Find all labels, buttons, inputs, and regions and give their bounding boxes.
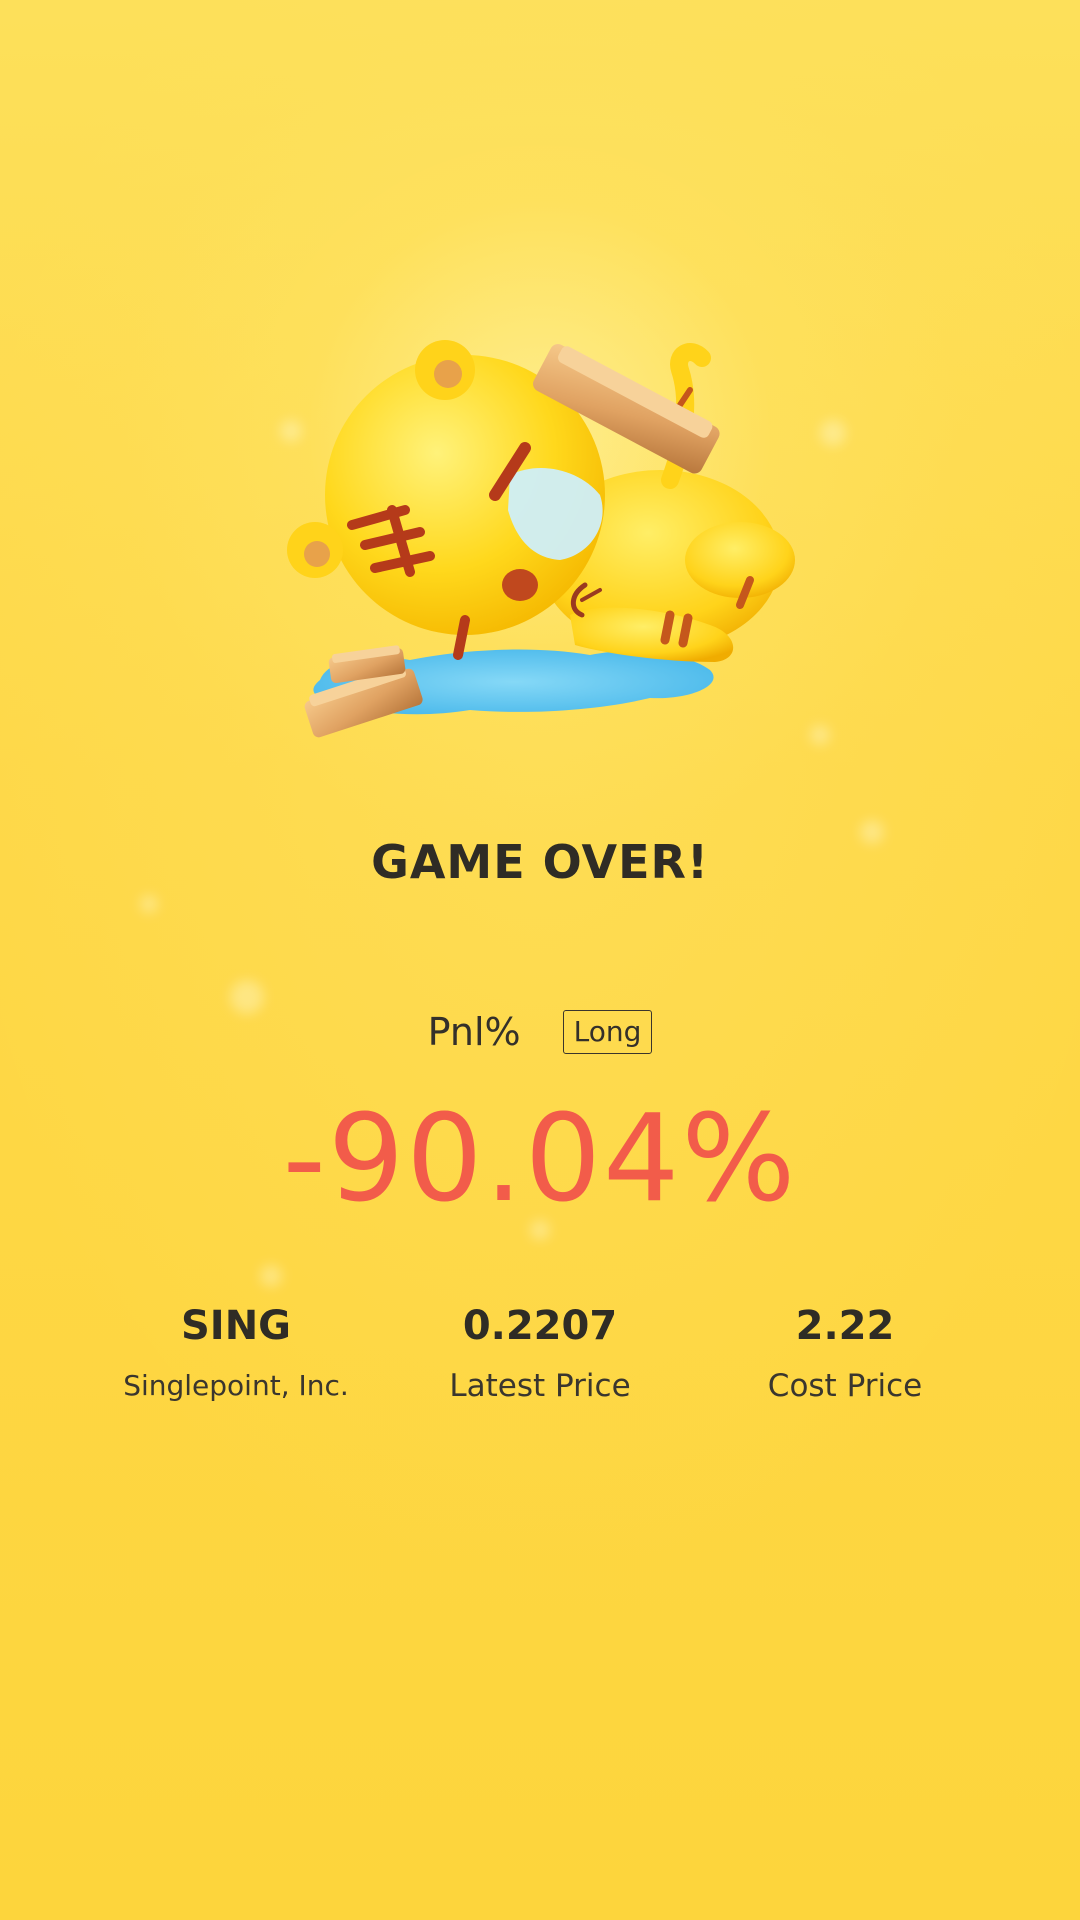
stat-cost-price: 2.22 Cost Price [685, 1300, 1005, 1408]
stock-symbol: SING [181, 1303, 291, 1349]
game-over-title: GAME OVER! [371, 835, 709, 889]
latest-price-value: 0.2207 [462, 1303, 618, 1349]
cost-price-value: 2.22 [795, 1303, 895, 1349]
bokeh-dot [140, 895, 158, 913]
latest-price-label: Latest Price [449, 1368, 631, 1404]
cost-price-label: Cost Price [767, 1368, 923, 1404]
pnl-header: Pnl% Long [0, 1010, 1080, 1054]
game-over-screen: GAME OVER! Pnl% Long -90.04% SING Single… [0, 0, 1080, 1920]
bokeh-dot [230, 980, 264, 1014]
pnl-value: -90.04% [282, 1090, 798, 1229]
stat-latest-price: 0.2207 Latest Price [380, 1300, 700, 1408]
pnl-label: Pnl% [427, 1010, 521, 1054]
background-glow [0, 0, 1080, 1920]
stat-symbol: SING Singlepoint, Inc. [76, 1300, 396, 1408]
bokeh-dot [260, 1265, 282, 1287]
position-side-badge: Long [562, 1010, 653, 1054]
fainted-tiger-mascot-icon [287, 340, 795, 738]
company-name: Singlepoint, Inc. [123, 1369, 349, 1402]
stats-row: SING Singlepoint, Inc. 0.2207 Latest Pri… [0, 1300, 1080, 1430]
